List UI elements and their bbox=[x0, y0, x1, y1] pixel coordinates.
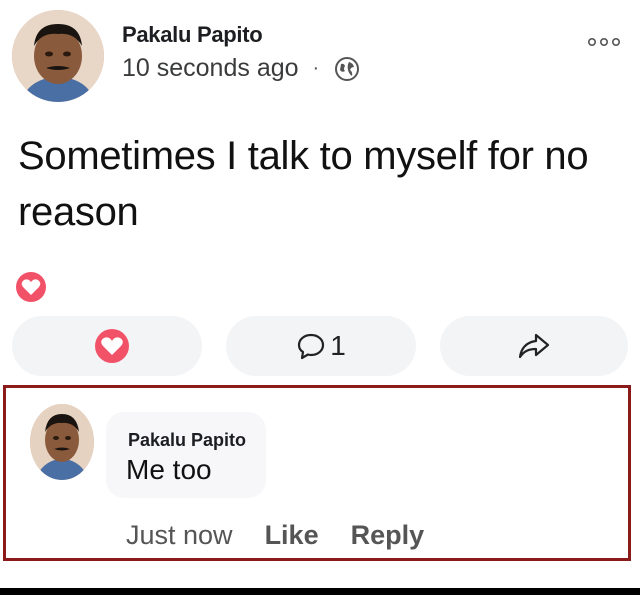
post-meta: 10 seconds ago · bbox=[122, 54, 361, 83]
meta-separator: · bbox=[312, 57, 320, 79]
heart-icon bbox=[92, 326, 132, 366]
author-name[interactable]: Pakalu Papito bbox=[122, 22, 263, 48]
comment-author[interactable]: Pakalu Papito bbox=[128, 430, 246, 451]
commenter-avatar[interactable] bbox=[30, 404, 94, 480]
share-button[interactable] bbox=[440, 316, 628, 376]
post-action-bar: 1 bbox=[0, 316, 640, 378]
comment-reply-link[interactable]: Reply bbox=[351, 520, 425, 551]
post-card: Pakalu Papito 10 seconds ago · Sometimes… bbox=[0, 0, 640, 380]
comment-count: 1 bbox=[330, 330, 346, 361]
comment-like-link[interactable]: Like bbox=[265, 520, 319, 551]
comment-button[interactable]: 1 bbox=[226, 316, 416, 376]
comment-time[interactable]: Just now bbox=[126, 520, 233, 551]
post-timestamp[interactable]: 10 seconds ago bbox=[122, 54, 299, 83]
globe-icon bbox=[333, 55, 361, 83]
like-button[interactable] bbox=[12, 316, 202, 376]
comment-highlight-box: Pakalu Papito Me too Just now Like Reply bbox=[3, 385, 631, 561]
author-avatar[interactable] bbox=[12, 10, 104, 102]
share-icon bbox=[517, 329, 551, 363]
comment-icon bbox=[296, 331, 326, 361]
post-text: Sometimes I talk to myself for no reason bbox=[18, 134, 589, 234]
bottom-divider bbox=[0, 588, 640, 595]
more-options-icon[interactable] bbox=[584, 34, 624, 50]
reaction-heart-icon[interactable] bbox=[14, 270, 48, 304]
comment-text: Me too bbox=[126, 454, 212, 485]
comment-actions: Just now Like Reply bbox=[126, 520, 424, 551]
